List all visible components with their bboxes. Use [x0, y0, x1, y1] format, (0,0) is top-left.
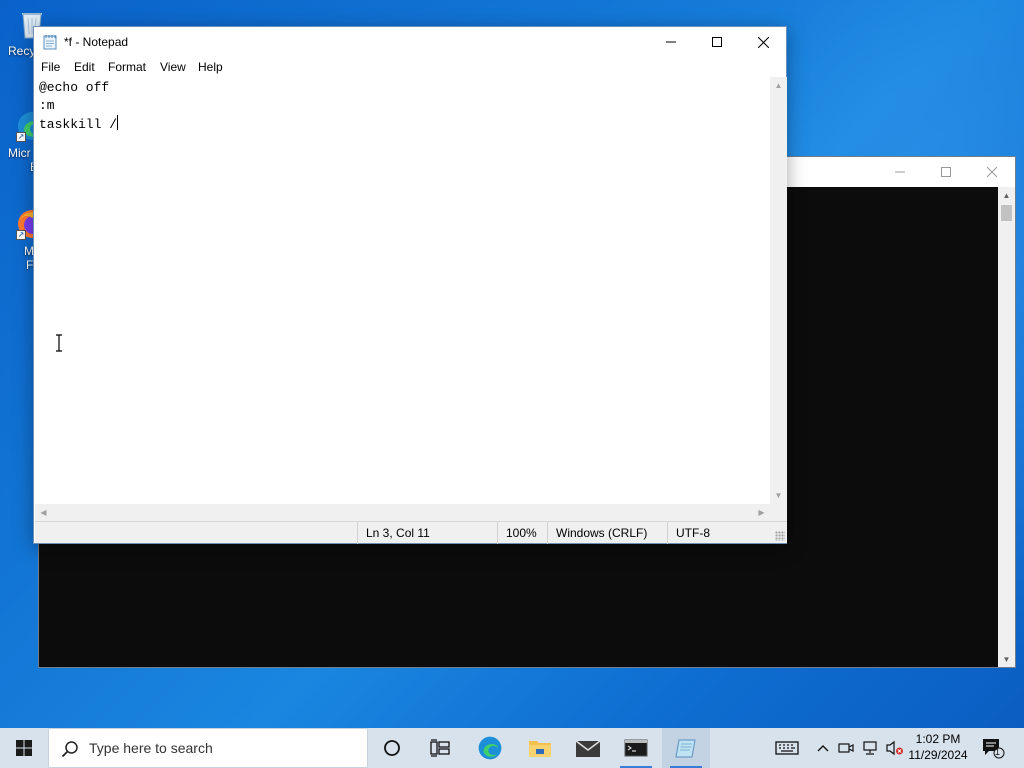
notepad-icon: [675, 739, 696, 758]
terminal-icon: [624, 739, 648, 757]
file-explorer-icon: [529, 741, 551, 757]
chevron-up-icon: [817, 745, 829, 752]
status-line-ending: Windows (CRLF): [547, 522, 667, 544]
close-icon[interactable]: [740, 27, 786, 57]
camera-icon: [838, 743, 854, 753]
status-encoding: UTF-8: [667, 522, 775, 544]
resize-grip-icon[interactable]: [775, 531, 785, 541]
start-button[interactable]: [0, 728, 48, 768]
keyboard-layout-button[interactable]: [770, 728, 804, 768]
scrollbar-corner: [770, 504, 787, 521]
scroll-left-arrow-icon[interactable]: ◀: [35, 504, 52, 521]
taskbar: Type here to search 1:02 PM 11/29/2024 1: [0, 728, 1024, 768]
mail-icon: [575, 740, 601, 757]
cortana-button[interactable]: [368, 728, 416, 768]
text-caret: [117, 115, 119, 130]
taskbar-mail-button[interactable]: [564, 728, 612, 768]
menu-help[interactable]: Help: [198, 60, 223, 74]
notepad-window[interactable]: *f - Notepad File Edit Format View Help …: [33, 26, 787, 544]
notification-count-badge: 1: [995, 747, 1001, 757]
scrollbar-thumb[interactable]: [1001, 205, 1012, 221]
console-vertical-scrollbar[interactable]: ▲ ▼: [998, 187, 1015, 667]
notification-icon: [983, 739, 1005, 759]
menu-edit[interactable]: Edit: [74, 60, 95, 74]
taskbar-search-box[interactable]: Type here to search: [48, 728, 368, 768]
minimize-icon[interactable]: [877, 157, 923, 187]
status-zoom: 100%: [497, 522, 547, 544]
search-placeholder: Type here to search: [89, 740, 213, 756]
menu-format[interactable]: Format: [108, 60, 146, 74]
network-status-button[interactable]: [860, 728, 882, 768]
minimize-icon[interactable]: [648, 27, 694, 57]
menu-bar: File Edit Format View Help: [34, 57, 786, 77]
clock-time: 1:02 PM: [915, 732, 961, 746]
task-view-icon: [430, 739, 450, 757]
menu-view[interactable]: View: [160, 60, 186, 74]
text-line-content: taskkill /: [39, 117, 118, 132]
menu-file[interactable]: File: [41, 60, 60, 74]
volume-muted-icon: [886, 740, 903, 756]
status-bar: Ln 3, Col 11 100% Windows (CRLF) UTF-8: [35, 521, 787, 544]
text-line: :m: [39, 98, 55, 113]
scroll-down-arrow-icon[interactable]: ▼: [998, 651, 1015, 667]
scroll-right-arrow-icon[interactable]: ▶: [753, 504, 770, 521]
ibeam-cursor-icon: [56, 334, 62, 352]
scroll-up-arrow-icon[interactable]: ▲: [770, 77, 787, 94]
notepad-titlebar[interactable]: *f - Notepad: [34, 27, 786, 57]
keyboard-icon: [775, 741, 799, 755]
taskbar-notepad-button[interactable]: [662, 728, 710, 768]
edge-icon: [478, 736, 502, 760]
scroll-down-arrow-icon[interactable]: ▼: [770, 487, 787, 504]
close-icon[interactable]: [969, 157, 1015, 187]
volume-button[interactable]: [884, 728, 906, 768]
text-line-current: taskkill /: [39, 115, 770, 133]
taskbar-file-explorer-button[interactable]: [516, 728, 564, 768]
clock-date: 11/29/2024: [908, 748, 968, 762]
status-cursor-position: Ln 3, Col 11: [357, 522, 497, 544]
taskbar-terminal-button[interactable]: [612, 728, 660, 768]
notepad-app-icon: [43, 35, 57, 50]
meet-now-button[interactable]: [836, 728, 856, 768]
task-view-button[interactable]: [416, 728, 464, 768]
windows-logo-icon: [16, 740, 32, 756]
window-title: *f - Notepad: [64, 35, 129, 49]
search-icon: [61, 741, 78, 758]
maximize-icon[interactable]: [694, 27, 740, 57]
scroll-up-arrow-icon[interactable]: ▲: [998, 187, 1015, 203]
maximize-icon[interactable]: [923, 157, 969, 187]
taskbar-edge-button[interactable]: [466, 728, 514, 768]
cortana-circle-icon: [384, 740, 400, 756]
horizontal-scrollbar[interactable]: ◀ ▶: [35, 504, 770, 521]
text-editor-area[interactable]: @echo off :m taskkill /: [35, 77, 770, 504]
network-icon: [863, 741, 877, 755]
vertical-scrollbar[interactable]: ▲ ▼: [770, 77, 787, 504]
show-hidden-icons-button[interactable]: [812, 728, 834, 768]
shortcut-arrow-icon: ↗: [16, 230, 26, 240]
text-line: @echo off: [39, 80, 110, 95]
shortcut-arrow-icon: ↗: [16, 132, 26, 142]
taskbar-clock[interactable]: 1:02 PM 11/29/2024: [906, 731, 970, 763]
action-center-button[interactable]: 1: [978, 728, 1008, 768]
